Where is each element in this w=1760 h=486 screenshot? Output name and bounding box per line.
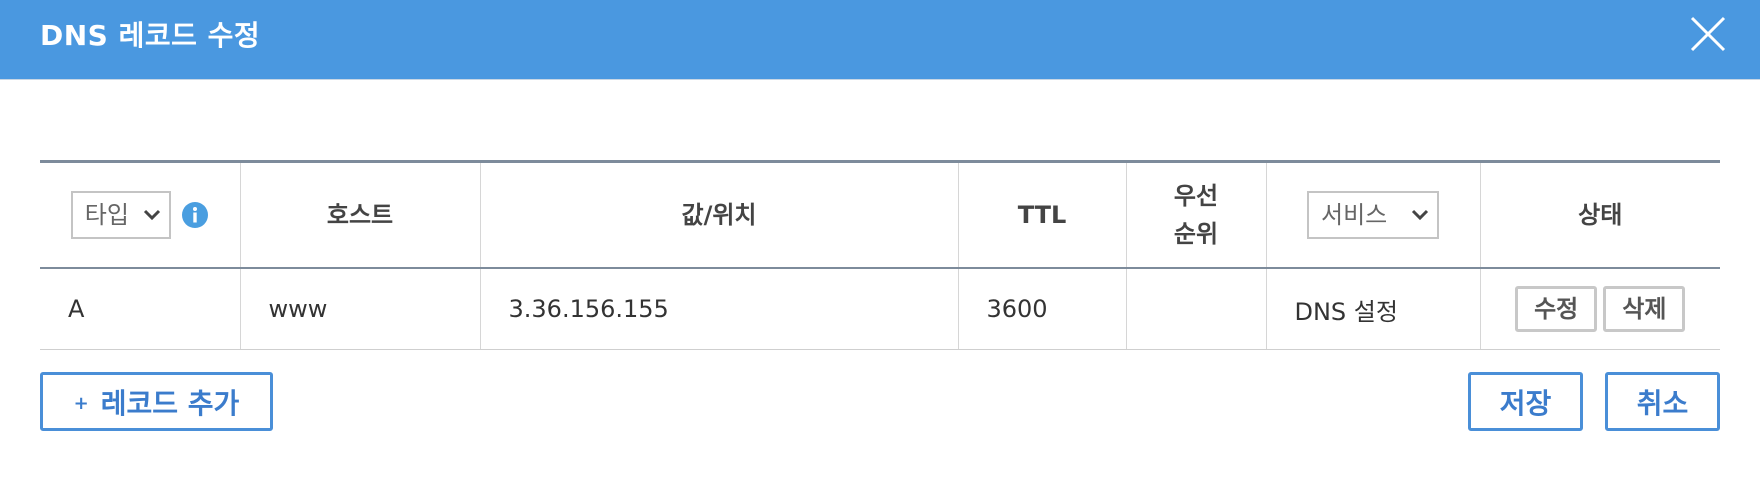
table-header-row: 타입 호스트 값/위치 TTL 우선 순위 서비스 상태	[40, 161, 1720, 269]
close-icon	[1690, 16, 1726, 52]
dialog-title: DNS 레코드 수정	[40, 19, 261, 52]
priority-header-line2: 순위	[1173, 220, 1219, 248]
priority-header-line1: 우선	[1173, 182, 1219, 210]
service-filter-label: 서비스	[1321, 201, 1388, 229]
add-record-label: 레코드 추가	[100, 386, 240, 420]
close-button[interactable]	[1688, 14, 1728, 54]
type-header: 타입	[40, 161, 240, 269]
chevron-down-icon	[1411, 209, 1429, 221]
record-state-cell: 수정 삭제	[1479, 268, 1720, 350]
service-header: 서비스	[1265, 161, 1480, 269]
priority-header: 우선 순위	[1125, 161, 1266, 269]
host-header: 호스트	[239, 161, 480, 269]
record-ttl-cell: 3600	[957, 268, 1126, 350]
record-type-cell: A	[40, 268, 240, 350]
cancel-button[interactable]: 취소	[1605, 372, 1720, 431]
record-priority-cell	[1125, 268, 1266, 350]
dns-records-table: 타입 호스트 값/위치 TTL 우선 순위 서비스 상태 A www 3.36.…	[40, 160, 1720, 350]
value-header: 값/위치	[479, 161, 958, 269]
dns-records-table-wrapper: 타입 호스트 값/위치 TTL 우선 순위 서비스 상태 A www 3.36.…	[40, 160, 1720, 350]
type-filter-label: 타입	[84, 201, 129, 229]
plus-icon: +	[73, 393, 89, 414]
record-value-cell: 3.36.156.155	[479, 268, 958, 350]
info-icon[interactable]	[181, 201, 209, 229]
record-host-cell: www	[239, 268, 480, 350]
chevron-down-icon	[143, 209, 160, 221]
service-filter-select[interactable]: 서비스	[1307, 191, 1439, 239]
edit-record-button[interactable]: 수정	[1515, 286, 1598, 332]
dialog-header: DNS 레코드 수정	[0, 0, 1760, 80]
table-row: A www 3.36.156.155 3600 DNS 설정 수정 삭제	[40, 268, 1720, 350]
type-filter-select[interactable]: 타입	[70, 191, 171, 239]
state-header: 상태	[1479, 161, 1720, 269]
save-button[interactable]: 저장	[1468, 372, 1583, 431]
record-service-cell: DNS 설정	[1265, 268, 1480, 350]
delete-record-button[interactable]: 삭제	[1603, 286, 1686, 332]
add-record-button[interactable]: + 레코드 추가	[40, 372, 273, 431]
ttl-header: TTL	[957, 161, 1126, 269]
